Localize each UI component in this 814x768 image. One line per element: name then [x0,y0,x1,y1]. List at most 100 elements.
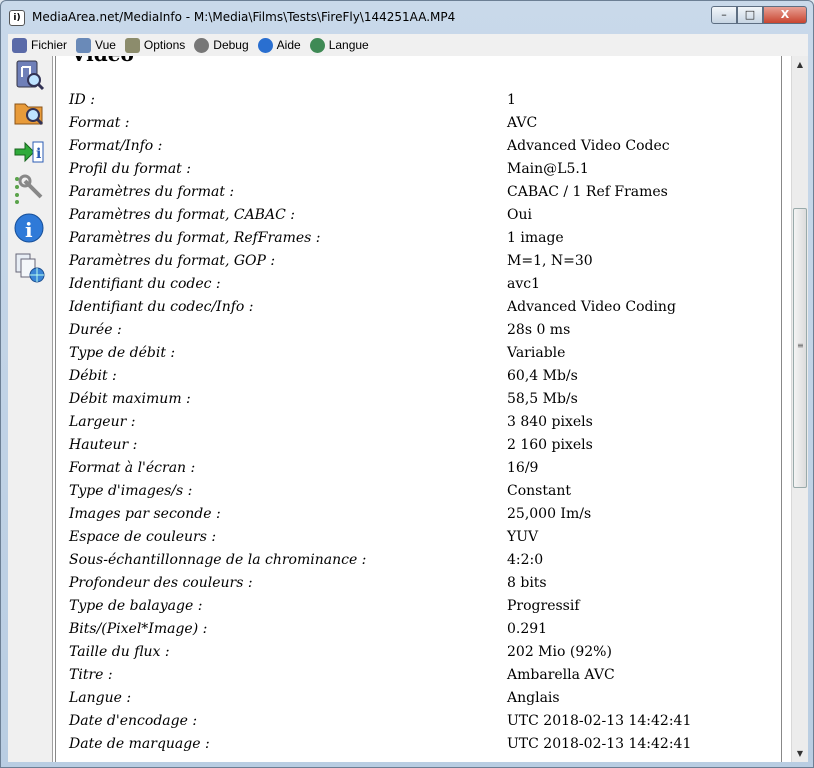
menu-label: Vue [95,38,116,52]
window-controls: – □ X [711,6,807,24]
info-row: Identifiant du codec/Info : Advanced Vide… [69,297,784,317]
grip-icon: ≡ [797,341,804,350]
info-row: Format/Info : Advanced Video Codec [69,136,784,156]
options-icon [124,37,140,53]
field-label: Format à l'écran : [69,460,196,476]
field-value: YUV [507,529,539,545]
field-label: Identifiant du codec : [69,276,221,292]
preferences-icon[interactable] [13,173,45,205]
field-value: 28s 0 ms [507,322,571,338]
help-icon [257,37,273,53]
export-icon[interactable]: i [13,136,45,168]
info-row: Paramètres du format : CABAC / 1 Ref Fram… [69,182,784,202]
info-row: Profil du format : Main@L5.1 [69,159,784,179]
field-label: Paramètres du format, RefFrames : [69,230,321,246]
info-row: Identifiant du codec : avc1 [69,274,784,294]
menu-langue[interactable]: Langue [306,35,374,55]
scroll-down-button[interactable]: ▼ [792,745,808,762]
vertical-scrollbar[interactable]: ▲ ≡ ▼ [791,56,808,762]
info-row: Profondeur des couleurs : 8 bits [69,573,784,593]
field-label: Type de balayage : [69,598,203,614]
field-value: Variable [507,345,566,361]
field-value: 16/9 [507,460,539,476]
field-label: Paramètres du format : [69,184,235,200]
field-value: 202 Mio (92%) [507,644,612,660]
field-label: Durée : [69,322,122,338]
open-file-icon[interactable] [13,59,45,91]
field-label: Sous-échantillonnage de la chrominance : [69,552,367,568]
field-value: Oui [507,207,532,223]
field-label: Titre : [69,667,113,683]
app-icon[interactable]: i) [9,10,25,26]
info-row: Date d'encodage : UTC 2018-02-13 14:42:41 [69,711,784,731]
info-row: Paramètres du format, CABAC : Oui [69,205,784,225]
menu-vue[interactable]: Vue [72,35,121,55]
debug-gear-icon [194,37,210,53]
app-window: i) MediaArea.net/MediaInfo - M:\Media\Fi… [0,0,814,768]
field-label: Bits/(Pixel*Image) : [69,621,208,637]
info-row: Débit maximum : 58,5 Mb/s [69,389,784,409]
close-button[interactable]: X [763,6,807,24]
scroll-up-button[interactable]: ▲ [792,56,808,73]
field-label: Type de débit : [69,345,176,361]
menu-fichier[interactable]: Fichier [8,35,72,55]
minimize-button[interactable]: – [711,6,737,24]
left-toolbar: i i [8,56,53,762]
menu-options[interactable]: Options [121,35,190,55]
menu-debug[interactable]: Debug [190,35,253,55]
field-label: Images par seconde : [69,506,221,522]
menu-aide[interactable]: Aide [254,35,306,55]
field-value: Constant [507,483,571,499]
field-label: Paramètres du format, CABAC : [69,207,295,223]
field-label: Date de marquage : [69,736,210,752]
info-panel[interactable]: Vidéo ID : 1 Format : AVC Format/Info : Advan… [53,56,791,762]
field-value: Anglais [507,690,560,706]
field-label: Type d'images/s : [69,483,193,499]
info-row: Débit : 60,4 Mb/s [69,366,784,386]
field-value: 1 image [507,230,564,246]
field-label: Date d'encodage : [69,713,198,729]
field-label: Débit : [69,368,117,384]
maximize-button[interactable]: □ [737,6,763,24]
field-value: 2 160 pixels [507,437,593,453]
field-label: Espace de couleurs : [69,529,217,545]
info-row: Format à l'écran : 16/9 [69,458,784,478]
info-row: Langue : Anglais [69,688,784,708]
field-value: AVC [507,115,538,131]
info-row: Hauteur : 2 160 pixels [69,435,784,455]
field-value: 0.291 [507,621,548,637]
info-row: Sous-échantillonnage de la chrominance :… [69,550,784,570]
field-value: 1 [507,92,516,108]
window-bottom-edge [8,762,808,768]
field-value: Ambarella AVC [507,667,615,683]
about-icon[interactable]: i [13,212,45,244]
info-row: Type de balayage : Progressif [69,596,784,616]
menu-label: Options [143,38,186,52]
field-value: 25,000 Im/s [507,506,592,522]
field-label: Langue : [69,690,132,706]
title-bar[interactable]: i) MediaArea.net/MediaInfo - M:\Media\Fi… [1,1,813,33]
field-value: UTC 2018-02-13 14:42:41 [507,713,692,729]
field-value: M=1, N=30 [507,253,593,269]
field-value: 3 840 pixels [507,414,593,430]
info-row: Paramètres du format, RefFrames : 1 image [69,228,784,248]
info-row: ID : 1 [69,90,784,110]
copy-web-icon[interactable] [13,251,45,283]
info-row: Titre : Ambarella AVC [69,665,784,685]
info-row: Type de débit : Variable [69,343,784,363]
menu-bar: Fichier Vue Options Debug Aide Langue [8,34,808,56]
field-value: UTC 2018-02-13 14:42:41 [507,736,692,752]
info-row: Taille du flux : 202 Mio (92%) [69,642,784,662]
field-label: Paramètres du format, GOP : [69,253,276,269]
open-folder-icon[interactable] [13,96,45,128]
menu-label: Langue [328,38,369,52]
field-value: Advanced Video Coding [507,299,676,315]
field-value: Main@L5.1 [507,161,589,177]
field-value: 4:2:0 [507,552,544,568]
field-value: 58,5 Mb/s [507,391,578,407]
info-row: Type d'images/s : Constant [69,481,784,501]
info-row: Largeur : 3 840 pixels [69,412,784,432]
field-label: ID : [69,92,95,108]
scroll-thumb[interactable]: ≡ [793,208,807,488]
globe-icon [309,37,325,53]
